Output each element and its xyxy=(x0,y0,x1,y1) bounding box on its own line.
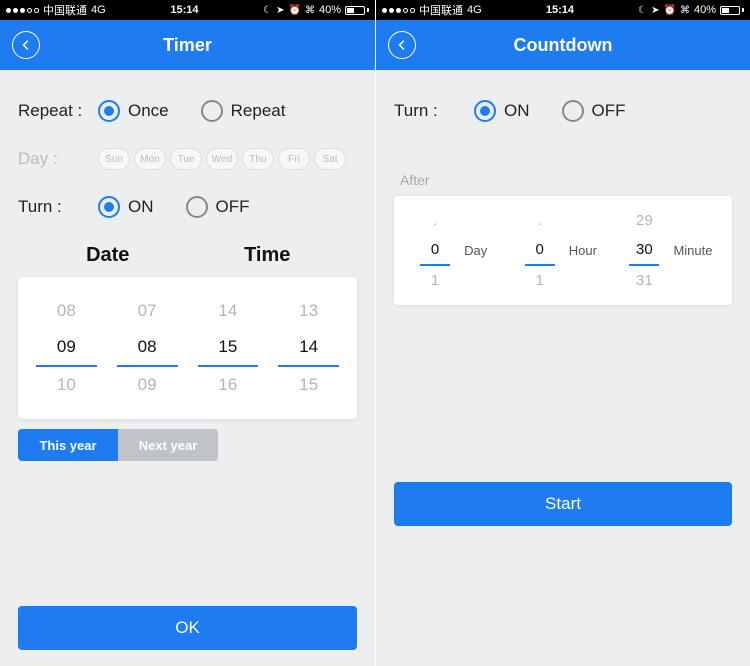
network-label: 4G xyxy=(91,4,106,16)
day-row: Day : Sun Mon Tue Wed Thu Fri Sat xyxy=(18,148,357,170)
date-header: Date xyxy=(28,244,188,267)
location-icon: ➤ xyxy=(651,5,659,16)
bluetooth-icon: ⌘ xyxy=(305,5,315,16)
ok-button[interactable]: OK xyxy=(18,606,357,650)
turn-on-label: ON xyxy=(504,101,530,121)
page-title: Timer xyxy=(163,35,212,56)
turn-off-label: OFF xyxy=(592,101,626,121)
datetime-picker[interactable]: 08 09 10 07 08 09 14 15 16 13 14 15 xyxy=(18,277,357,419)
battery-percent: 40% xyxy=(319,4,341,16)
turn-on-radio[interactable]: ON xyxy=(98,196,154,218)
start-button[interactable]: Start xyxy=(394,482,732,526)
cd-minute-label: Minute xyxy=(673,243,720,258)
repeat-row: Repeat : Once Repeat xyxy=(18,100,357,122)
repeat-repeat-radio[interactable]: Repeat xyxy=(201,100,286,122)
day-label: Day : xyxy=(18,149,98,169)
status-time: 15:14 xyxy=(170,4,198,16)
carrier-label: 中国联通 xyxy=(419,2,463,18)
hour-picker[interactable]: 14 15 16 xyxy=(188,293,269,403)
cd-hour-label: Hour xyxy=(569,243,616,258)
repeat-once-radio[interactable]: Once xyxy=(98,100,169,122)
turn-on-label: ON xyxy=(128,197,154,217)
turn-off-radio[interactable]: OFF xyxy=(562,100,626,122)
turn-row: Turn : ON OFF xyxy=(394,100,732,122)
turn-off-label: OFF xyxy=(216,197,250,217)
timer-screen: 中国联通 4G 15:14 ☾ ➤ ⏰ ⌘ 40% Timer Repeat : xyxy=(0,0,375,666)
cd-minute-picker[interactable]: 29 30 31 xyxy=(615,206,673,295)
repeat-once-label: Once xyxy=(128,101,169,121)
battery-icon xyxy=(720,6,744,15)
countdown-screen: 中国联通 4G 15:14 ☾ ➤ ⏰ ⌘ 40% Countdown Turn… xyxy=(375,0,750,666)
day-fri[interactable]: Fri xyxy=(278,148,310,170)
chevron-left-icon xyxy=(396,39,408,51)
signal-dots-icon xyxy=(6,8,39,13)
next-year-tab[interactable]: Next year xyxy=(118,429,218,461)
turn-row: Turn : ON OFF xyxy=(18,196,357,218)
status-time: 15:14 xyxy=(546,4,574,16)
turn-label: Turn : xyxy=(394,101,474,121)
location-icon: ➤ xyxy=(276,5,284,16)
network-label: 4G xyxy=(467,4,482,16)
back-button[interactable] xyxy=(388,31,416,59)
nav-bar: Countdown xyxy=(376,20,750,70)
bluetooth-icon: ⌘ xyxy=(680,5,690,16)
day-tue[interactable]: Tue xyxy=(170,148,202,170)
repeat-label: Repeat : xyxy=(18,101,98,121)
repeat-repeat-label: Repeat xyxy=(231,101,286,121)
time-header: Time xyxy=(188,244,348,267)
day-sun[interactable]: Sun xyxy=(98,148,130,170)
chevron-left-icon xyxy=(20,39,32,51)
day-picker[interactable]: 07 08 09 xyxy=(107,293,188,403)
day-sat[interactable]: Sat xyxy=(314,148,346,170)
cd-day-label: Day xyxy=(464,243,511,258)
moon-icon: ☾ xyxy=(638,5,647,16)
month-picker[interactable]: 08 09 10 xyxy=(26,293,107,403)
cd-day-picker[interactable]: . 0 1 xyxy=(406,206,464,295)
carrier-label: 中国联通 xyxy=(43,2,87,18)
turn-on-radio[interactable]: ON xyxy=(474,100,530,122)
turn-off-radio[interactable]: OFF xyxy=(186,196,250,218)
day-wed[interactable]: Wed xyxy=(206,148,238,170)
this-year-tab[interactable]: This year xyxy=(18,429,118,461)
cd-hour-picker[interactable]: . 0 1 xyxy=(511,206,569,295)
back-button[interactable] xyxy=(12,31,40,59)
alarm-icon: ⏰ xyxy=(664,5,676,16)
battery-percent: 40% xyxy=(694,4,716,16)
status-bar: 中国联通 4G 15:14 ☾ ➤ ⏰ ⌘ 40% xyxy=(376,0,750,20)
moon-icon: ☾ xyxy=(263,5,272,16)
signal-dots-icon xyxy=(382,8,415,13)
turn-label: Turn : xyxy=(18,197,98,217)
day-thu[interactable]: Thu xyxy=(242,148,274,170)
alarm-icon: ⏰ xyxy=(289,5,301,16)
year-toggle: This year Next year xyxy=(18,429,218,461)
minute-picker[interactable]: 13 14 15 xyxy=(268,293,349,403)
countdown-picker[interactable]: . 0 1 Day . 0 1 Hour 29 30 31 Minute xyxy=(394,196,732,305)
after-label: After xyxy=(400,172,732,188)
nav-bar: Timer xyxy=(0,20,375,70)
status-bar: 中国联通 4G 15:14 ☾ ➤ ⏰ ⌘ 40% xyxy=(0,0,375,20)
page-title: Countdown xyxy=(514,35,613,56)
day-mon[interactable]: Mon xyxy=(134,148,166,170)
battery-icon xyxy=(345,6,369,15)
